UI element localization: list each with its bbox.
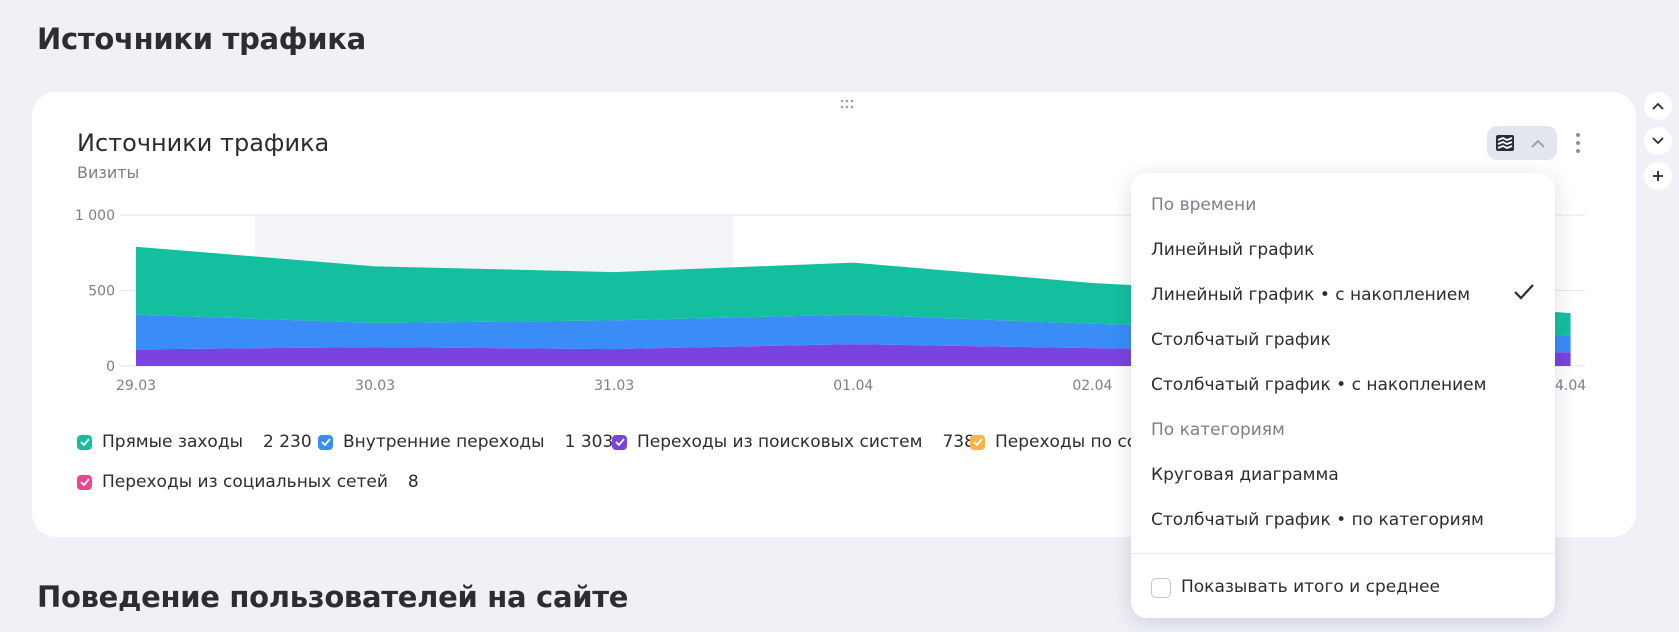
legend-label: Переходы по ссы	[995, 432, 1150, 452]
show-totals-checkbox[interactable]	[1151, 578, 1171, 598]
x-tick-label: 29.03	[116, 378, 156, 394]
y-tick-label: 1 000	[75, 208, 115, 224]
x-tick-label: 01.04	[833, 378, 873, 394]
section-title-behavior: Поведение пользователей на сайте	[37, 580, 629, 614]
legend-label: Прямые заходы	[102, 432, 244, 452]
legend-item-referral[interactable]: Переходы по ссы	[970, 432, 1150, 452]
checkbox-icon	[970, 434, 985, 450]
legend-item-direct[interactable]: Прямые заходы 2 230	[77, 432, 312, 452]
checkbox-icon	[77, 434, 92, 450]
legend-value: 2 230	[263, 432, 312, 452]
y-tick-label: 500	[88, 284, 115, 300]
checkbox-icon	[77, 474, 92, 490]
legend-label: Внутренние переходы	[343, 432, 545, 452]
legend-item-social[interactable]: Переходы из социальных сетей 8	[77, 472, 419, 492]
x-tick-label: 02.04	[1072, 378, 1112, 394]
checkmark-icon	[1514, 284, 1534, 300]
option-line-stacked[interactable]: Линейный график • с накоплением	[1151, 285, 1470, 305]
legend-item-internal[interactable]: Внутренние переходы 1 303	[318, 432, 613, 452]
show-totals-label[interactable]: Показывать итого и среднее	[1181, 577, 1440, 597]
checkbox-icon	[318, 434, 333, 450]
x-tick-label: 31.03	[594, 378, 634, 394]
option-line[interactable]: Линейный график	[1151, 240, 1314, 260]
option-pie[interactable]: Круговая диаграмма	[1151, 465, 1339, 485]
option-bar-category[interactable]: Столбчатый график • по категориям	[1151, 510, 1484, 530]
divider	[1131, 553, 1555, 554]
option-bar[interactable]: Столбчатый график	[1151, 330, 1331, 350]
legend-item-search[interactable]: Переходы из поисковых систем 738	[612, 432, 975, 452]
x-tick-label: 30.03	[355, 378, 395, 394]
chart-type-dropdown: По времени Линейный график Линейный граф…	[1131, 173, 1555, 618]
legend-label: Переходы из социальных сетей	[102, 472, 388, 492]
checkbox-icon	[612, 434, 627, 450]
group-label-time: По времени	[1151, 195, 1257, 215]
option-bar-stacked[interactable]: Столбчатый график • с накоплением	[1151, 375, 1486, 395]
y-tick-label: 0	[106, 359, 115, 375]
group-label-category: По категориям	[1151, 420, 1285, 440]
x-tick-label: 4.04	[1555, 378, 1586, 394]
legend-value: 8	[407, 472, 419, 492]
legend-label: Переходы из поисковых систем	[637, 432, 923, 452]
legend-value: 1 303	[564, 432, 614, 452]
